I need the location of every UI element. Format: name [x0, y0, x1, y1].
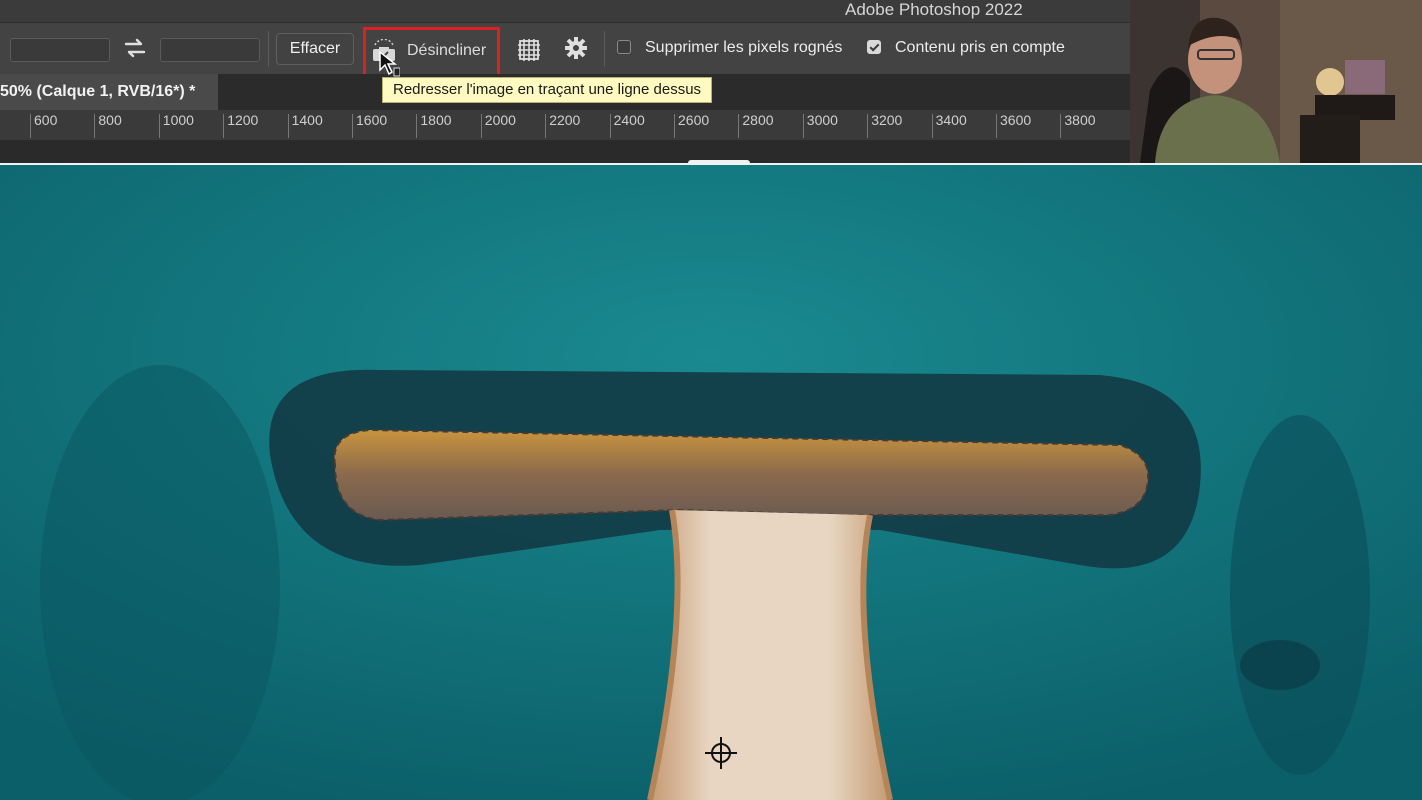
clear-button[interactable]: Effacer	[276, 33, 354, 65]
ruler-tick-line	[480, 114, 482, 138]
ruler-tick-line	[223, 114, 225, 138]
ruler-tick-label: 2000	[484, 112, 516, 128]
app-title-bar: Adobe Photoshop 2022	[0, 0, 1130, 22]
ruler-tick-label: 3600	[1000, 112, 1032, 128]
ruler-tick-label: 2200	[549, 112, 581, 128]
ruler-tick-label: 800	[98, 112, 122, 128]
gear-icon[interactable]	[564, 36, 588, 60]
ruler-tick-line	[674, 114, 675, 138]
ruler-tick-label: 1200	[227, 112, 259, 128]
ruler-tick-line	[802, 114, 804, 138]
ruler-tick-label: 1600	[356, 112, 388, 128]
ruler-tick-line	[416, 114, 418, 138]
separator	[268, 31, 269, 67]
ruler-tick-line	[996, 114, 997, 138]
ruler-tick-label: 2400	[613, 112, 645, 128]
height-field[interactable]	[160, 38, 260, 62]
ruler-tick-line	[738, 114, 740, 138]
grid-overlay-icon[interactable]	[515, 36, 543, 64]
swap-arrows-icon[interactable]	[122, 35, 148, 61]
separator	[604, 31, 605, 67]
ruler-tick-line	[609, 114, 611, 138]
options-bar: Effacer Désincliner Supprimer les pixels…	[0, 22, 1130, 77]
image-canvas[interactable]	[0, 165, 1422, 800]
ruler-tick-label: 600	[34, 112, 58, 128]
width-field[interactable]	[10, 38, 110, 62]
ruler-tick-label: 2800	[742, 112, 774, 128]
ruler-tick-line	[1060, 114, 1062, 138]
tooltip: Redresser l'image en traçant une ligne d…	[382, 77, 713, 103]
ruler-tick-label: 3200	[871, 112, 903, 128]
mouse-cursor-icon	[378, 50, 401, 78]
ruler-tick-line	[352, 114, 353, 138]
ruler-tick-line	[287, 114, 289, 138]
delete-cropped-pixels-checkbox[interactable]	[617, 40, 631, 54]
content-aware-checkbox[interactable]	[867, 40, 881, 54]
horizontal-ruler: 600 800 1000 1200 1400 1600 1800 2000 2200 2400 26…	[0, 110, 1130, 141]
straighten-label: Désincliner	[407, 42, 487, 59]
ruler-strip	[0, 141, 1130, 163]
app-title: Adobe Photoshop 2022	[845, 0, 1023, 19]
ruler-tick-label: 1800	[420, 112, 452, 128]
ruler-tick-line	[30, 114, 31, 138]
document-tab[interactable]: 50% (Calque 1, RVB/16*) *	[0, 74, 218, 110]
delete-cropped-pixels-label: Supprimer les pixels rognés	[645, 39, 843, 56]
ruler-tick-line	[931, 114, 933, 138]
ruler-tick-label: 1400	[291, 112, 323, 128]
webcam-overlay	[1130, 0, 1422, 163]
ruler-tick-label: 3800	[1064, 112, 1096, 128]
ruler-tick-line	[545, 114, 547, 138]
ruler-tick-line	[94, 114, 96, 138]
ruler-tick-label: 1000	[162, 112, 194, 128]
content-aware-label: Contenu pris en compte	[895, 39, 1065, 56]
ruler-tick-label: 3000	[806, 112, 838, 128]
ruler-tick-label: 3400	[935, 112, 967, 128]
ruler-tick-line	[867, 114, 869, 138]
ruler-tick-line	[158, 114, 160, 138]
ruler-tick-label: 2600	[678, 112, 710, 128]
